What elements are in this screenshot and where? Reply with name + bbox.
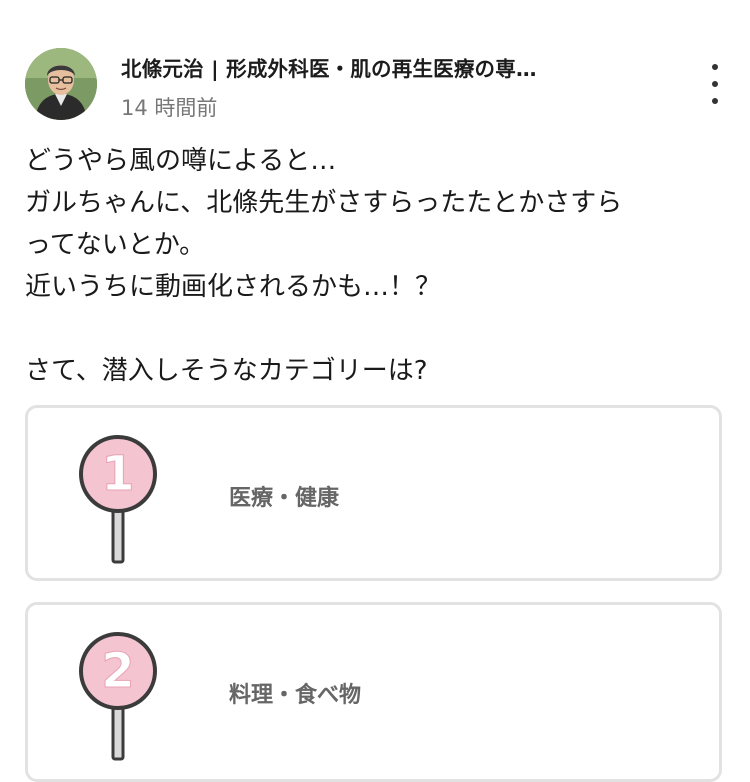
post-body-line: ってないとか。 bbox=[25, 230, 206, 260]
more-vert-icon bbox=[712, 64, 718, 70]
post-header: 北條元治 | 形成外科医・肌の再生医療の専… 14 時間前 bbox=[25, 44, 735, 124]
avatar-photo-icon bbox=[25, 48, 97, 120]
poll-option-number: 2 bbox=[101, 643, 134, 699]
number-sign-icon: 2 bbox=[79, 632, 157, 761]
more-vert-icon-dot bbox=[712, 81, 718, 87]
post-body: どうやら風の噂によると… ガルちゃんに、北條先生がさすらったたとかさすら ってな… bbox=[25, 140, 725, 392]
post-body-line: ガルちゃんに、北條先生がさすらったたとかさすら bbox=[25, 188, 623, 218]
poll-option-2[interactable]: 2 料理・食べ物 bbox=[25, 602, 722, 782]
post-body-line: 近いうちに動画化されるかも…！？ bbox=[25, 272, 442, 302]
author-name[interactable]: 北條元治 | 形成外科医・肌の再生医療の専… bbox=[121, 52, 537, 82]
post-body-line: どうやら風の噂によると… bbox=[25, 146, 337, 176]
poll-option-label: 料理・食べ物 bbox=[229, 683, 362, 708]
poll-option-number: 1 bbox=[101, 446, 134, 502]
post-timestamp: 14 時間前 bbox=[121, 96, 218, 120]
post-card: 北條元治 | 形成外科医・肌の再生医療の専… 14 時間前 どうやら風の噂による… bbox=[0, 0, 750, 782]
post-body-line bbox=[25, 308, 725, 350]
poll-option-label: 医療・健康 bbox=[229, 486, 340, 511]
post-body-line: さて、潜入しそうなカテゴリーは? bbox=[25, 356, 428, 386]
poll-option-1[interactable]: 1 医療・健康 bbox=[25, 405, 722, 581]
avatar[interactable] bbox=[25, 48, 97, 120]
more-options-button[interactable] bbox=[703, 64, 727, 104]
more-vert-icon-dot bbox=[712, 98, 718, 104]
number-sign-icon: 1 bbox=[79, 435, 157, 564]
